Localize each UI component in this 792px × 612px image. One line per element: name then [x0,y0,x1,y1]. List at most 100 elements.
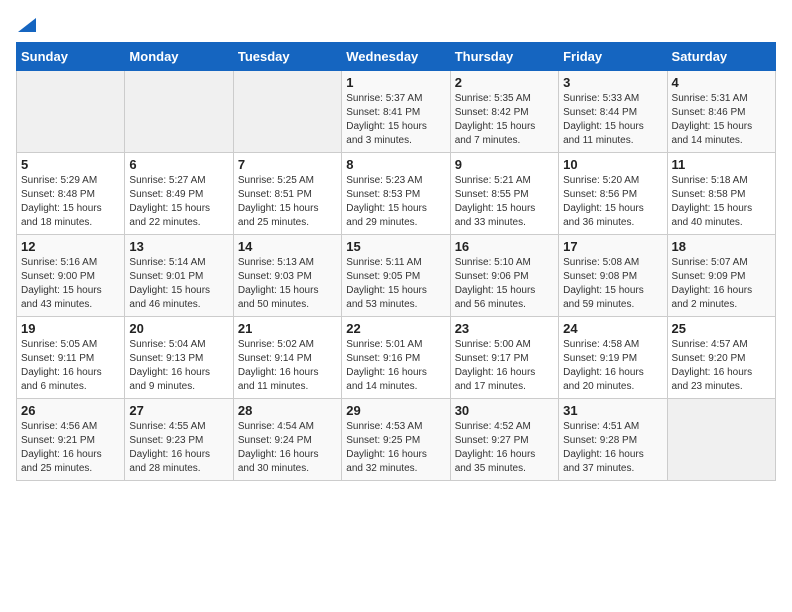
day-cell: 10 Sunrise: 5:20 AM Sunset: 8:56 PM Dayli… [559,153,667,235]
day-number: 26 [21,403,120,418]
day-info: Sunrise: 5:21 AM Sunset: 8:55 PM Dayligh… [455,174,554,230]
day-info: Sunrise: 4:52 AM Sunset: 9:27 PM Dayligh… [455,420,554,476]
day-cell: 13 Sunrise: 5:14 AM Sunset: 9:01 PM Dayli… [125,235,233,317]
header-cell-wednesday: Wednesday [342,43,450,71]
day-info: Sunrise: 4:57 AM Sunset: 9:20 PM Dayligh… [672,338,771,394]
day-number: 8 [346,157,445,172]
logo [16,16,38,34]
header-row: SundayMondayTuesdayWednesdayThursdayFrid… [17,43,776,71]
day-cell: 25 Sunrise: 4:57 AM Sunset: 9:20 PM Dayli… [667,317,775,399]
day-cell: 15 Sunrise: 5:11 AM Sunset: 9:05 PM Dayli… [342,235,450,317]
day-number: 22 [346,321,445,336]
day-cell: 30 Sunrise: 4:52 AM Sunset: 9:27 PM Dayli… [450,399,558,481]
day-info: Sunrise: 5:37 AM Sunset: 8:41 PM Dayligh… [346,92,445,148]
day-number: 6 [129,157,228,172]
day-number: 23 [455,321,554,336]
day-number: 15 [346,239,445,254]
day-number: 24 [563,321,662,336]
day-number: 29 [346,403,445,418]
day-info: Sunrise: 4:53 AM Sunset: 9:25 PM Dayligh… [346,420,445,476]
day-info: Sunrise: 5:08 AM Sunset: 9:08 PM Dayligh… [563,256,662,312]
day-info: Sunrise: 5:00 AM Sunset: 9:17 PM Dayligh… [455,338,554,394]
day-info: Sunrise: 5:35 AM Sunset: 8:42 PM Dayligh… [455,92,554,148]
day-cell: 18Sunrise: 5:07 AM Sunset: 9:09 PM Dayli… [667,235,775,317]
day-cell [125,71,233,153]
day-number: 12 [21,239,120,254]
day-info: Sunrise: 5:05 AM Sunset: 9:11 PM Dayligh… [21,338,120,394]
calendar-table: SundayMondayTuesdayWednesdayThursdayFrid… [16,42,776,481]
day-number: 28 [238,403,337,418]
day-cell: 21 Sunrise: 5:02 AM Sunset: 9:14 PM Dayli… [233,317,341,399]
week-row-3: 12 Sunrise: 5:16 AM Sunset: 9:00 PM Dayli… [17,235,776,317]
day-info: Sunrise: 5:16 AM Sunset: 9:00 PM Dayligh… [21,256,120,312]
day-info: Sunrise: 4:58 AM Sunset: 9:19 PM Dayligh… [563,338,662,394]
day-cell: 1 Sunrise: 5:37 AM Sunset: 8:41 PM Daylig… [342,71,450,153]
day-cell: 9 Sunrise: 5:21 AM Sunset: 8:55 PM Daylig… [450,153,558,235]
day-cell [17,71,125,153]
day-cell: 5 Sunrise: 5:29 AM Sunset: 8:48 PM Daylig… [17,153,125,235]
day-cell: 17Sunrise: 5:08 AM Sunset: 9:08 PM Dayli… [559,235,667,317]
day-number: 25 [672,321,771,336]
day-info: Sunrise: 4:54 AM Sunset: 9:24 PM Dayligh… [238,420,337,476]
header-cell-monday: Monday [125,43,233,71]
day-cell: 24 Sunrise: 4:58 AM Sunset: 9:19 PM Dayli… [559,317,667,399]
day-info: Sunrise: 5:33 AM Sunset: 8:44 PM Dayligh… [563,92,662,148]
day-number: 20 [129,321,228,336]
header-cell-friday: Friday [559,43,667,71]
day-number: 4 [672,75,771,90]
header-cell-thursday: Thursday [450,43,558,71]
week-row-1: 1 Sunrise: 5:37 AM Sunset: 8:41 PM Daylig… [17,71,776,153]
day-info: Sunrise: 5:11 AM Sunset: 9:05 PM Dayligh… [346,256,445,312]
day-info: Sunrise: 5:01 AM Sunset: 9:16 PM Dayligh… [346,338,445,394]
day-number: 31 [563,403,662,418]
week-row-5: 26 Sunrise: 4:56 AM Sunset: 9:21 PM Dayli… [17,399,776,481]
day-number: 9 [455,157,554,172]
day-cell: 7Sunrise: 5:25 AM Sunset: 8:51 PM Daylig… [233,153,341,235]
day-cell: 22 Sunrise: 5:01 AM Sunset: 9:16 PM Dayli… [342,317,450,399]
day-info: Sunrise: 5:04 AM Sunset: 9:13 PM Dayligh… [129,338,228,394]
week-row-2: 5 Sunrise: 5:29 AM Sunset: 8:48 PM Daylig… [17,153,776,235]
day-info: Sunrise: 5:20 AM Sunset: 8:56 PM Dayligh… [563,174,662,230]
day-info: Sunrise: 4:56 AM Sunset: 9:21 PM Dayligh… [21,420,120,476]
day-cell: 16Sunrise: 5:10 AM Sunset: 9:06 PM Dayli… [450,235,558,317]
day-cell: 26 Sunrise: 4:56 AM Sunset: 9:21 PM Dayli… [17,399,125,481]
logo-icon [16,16,38,34]
day-number: 11 [672,157,771,172]
day-info: Sunrise: 5:13 AM Sunset: 9:03 PM Dayligh… [238,256,337,312]
day-info: Sunrise: 4:51 AM Sunset: 9:28 PM Dayligh… [563,420,662,476]
day-info: Sunrise: 5:02 AM Sunset: 9:14 PM Dayligh… [238,338,337,394]
day-number: 14 [238,239,337,254]
day-cell: 8Sunrise: 5:23 AM Sunset: 8:53 PM Daylig… [342,153,450,235]
day-cell: 31 Sunrise: 4:51 AM Sunset: 9:28 PM Dayli… [559,399,667,481]
day-number: 18 [672,239,771,254]
day-number: 7 [238,157,337,172]
day-info: Sunrise: 4:55 AM Sunset: 9:23 PM Dayligh… [129,420,228,476]
day-number: 30 [455,403,554,418]
day-number: 19 [21,321,120,336]
day-number: 1 [346,75,445,90]
day-info: Sunrise: 5:14 AM Sunset: 9:01 PM Dayligh… [129,256,228,312]
day-cell [667,399,775,481]
day-info: Sunrise: 5:18 AM Sunset: 8:58 PM Dayligh… [672,174,771,230]
day-info: Sunrise: 5:29 AM Sunset: 8:48 PM Dayligh… [21,174,120,230]
day-cell: 11 Sunrise: 5:18 AM Sunset: 8:58 PM Dayli… [667,153,775,235]
day-cell: 14 Sunrise: 5:13 AM Sunset: 9:03 PM Dayli… [233,235,341,317]
day-cell: 3Sunrise: 5:33 AM Sunset: 8:44 PM Daylig… [559,71,667,153]
header-cell-saturday: Saturday [667,43,775,71]
day-number: 10 [563,157,662,172]
day-cell: 28 Sunrise: 4:54 AM Sunset: 9:24 PM Dayli… [233,399,341,481]
day-cell: 20 Sunrise: 5:04 AM Sunset: 9:13 PM Dayli… [125,317,233,399]
week-row-4: 19 Sunrise: 5:05 AM Sunset: 9:11 PM Dayli… [17,317,776,399]
day-number: 16 [455,239,554,254]
day-cell [233,71,341,153]
day-number: 2 [455,75,554,90]
day-cell: 27 Sunrise: 4:55 AM Sunset: 9:23 PM Dayli… [125,399,233,481]
header-cell-sunday: Sunday [17,43,125,71]
day-info: Sunrise: 5:31 AM Sunset: 8:46 PM Dayligh… [672,92,771,148]
day-number: 5 [21,157,120,172]
day-cell: 4 Sunrise: 5:31 AM Sunset: 8:46 PM Daylig… [667,71,775,153]
day-number: 27 [129,403,228,418]
day-number: 13 [129,239,228,254]
day-number: 21 [238,321,337,336]
day-cell: 23 Sunrise: 5:00 AM Sunset: 9:17 PM Dayli… [450,317,558,399]
